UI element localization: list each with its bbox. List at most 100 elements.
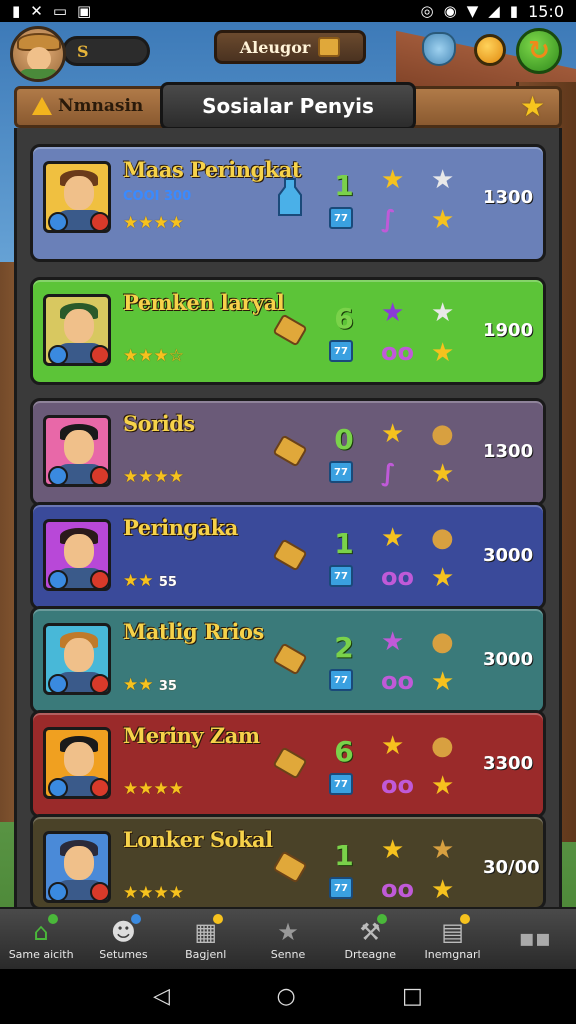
leaderboard-row[interactable]: Lonker Sokal ★★★★ 1 77 ★ oo ★ ★ 30/00 bbox=[30, 814, 546, 910]
player-score: 1900 bbox=[483, 320, 534, 341]
player-portrait bbox=[43, 294, 111, 366]
rating-stars: ★★ 35 bbox=[123, 675, 177, 695]
leaderboard-row[interactable]: Peringaka ★★ 55 1 77 ★ oo ● ★ 3000 bbox=[30, 502, 546, 610]
coin-icon[interactable] bbox=[474, 34, 506, 66]
signal-icon: ◢ bbox=[488, 2, 500, 20]
status-left-icons: ▮ ✕ ▭ ▣ bbox=[12, 2, 91, 20]
reward-star-icon: ★ bbox=[431, 459, 455, 489]
badge-left-icon bbox=[48, 882, 68, 900]
level-badge-icon: 77 bbox=[329, 669, 353, 691]
star-icon: ★ bbox=[277, 917, 299, 946]
recents-square-icon[interactable]: □ bbox=[402, 984, 423, 1009]
player-portrait bbox=[43, 415, 111, 487]
header-tab[interactable]: Nmnasin bbox=[20, 88, 160, 124]
rating-stars: ★★★★ bbox=[123, 883, 184, 903]
player-portrait bbox=[43, 831, 111, 903]
back-icon[interactable]: ◁ bbox=[153, 984, 170, 1009]
center-resource-label: Aleugor bbox=[239, 37, 311, 57]
portrait-face bbox=[64, 638, 94, 672]
level-badge-icon: 77 bbox=[329, 565, 353, 587]
center-resource-button[interactable]: Aleugor bbox=[214, 30, 366, 64]
reward-star-icon: ★ bbox=[431, 205, 455, 235]
nav-item-bagjenl[interactable]: ▦ Bagjenl bbox=[165, 909, 247, 969]
badge-left-icon bbox=[48, 674, 68, 692]
leaderboard-row[interactable]: Maas Peringkat COOI 300 ★★★★ 1 77 ★ ∫ ★ … bbox=[30, 144, 546, 262]
player-score: 3300 bbox=[483, 753, 534, 774]
badge-left-icon bbox=[48, 570, 68, 588]
player-portrait bbox=[43, 727, 111, 799]
action-button[interactable]: ↻ bbox=[516, 28, 562, 74]
rating-text: 55 bbox=[158, 575, 177, 590]
nav-label: Drteagne bbox=[344, 947, 397, 961]
status-right-icons: ◎ ◉ ▼ ◢ ▮ 15:0 bbox=[421, 2, 564, 21]
player-name: Sorids bbox=[123, 411, 195, 436]
leaderboard-row[interactable]: Matlig Rrios ★★ 35 2 77 ★ oo ● ★ 3000 bbox=[30, 606, 546, 714]
player-name: Pemken laryal bbox=[123, 290, 285, 315]
badge-right-icon bbox=[90, 466, 108, 484]
player-avatar[interactable] bbox=[10, 26, 66, 82]
rating-stars-glyphs: ★★ bbox=[123, 675, 154, 695]
notification-dot bbox=[48, 914, 59, 924]
badge-right-icon bbox=[90, 882, 108, 900]
rating-stars-glyphs: ★★★☆ bbox=[123, 346, 184, 366]
level-number: 6 bbox=[334, 735, 354, 768]
resource-counter[interactable]: S bbox=[62, 36, 150, 66]
level-badge-icon: 77 bbox=[329, 773, 353, 795]
nav-item-inemgnarl[interactable]: ▤ Inemgnarl bbox=[411, 909, 493, 969]
rating-text: 35 bbox=[158, 679, 177, 694]
portrait-face bbox=[64, 176, 94, 210]
nav-item-menu[interactable]: ▪▪ bbox=[494, 909, 576, 969]
bonus-icon: ● bbox=[431, 731, 454, 761]
rating-stars-glyphs: ★★★★ bbox=[123, 883, 184, 903]
level-badge-icon: 77 bbox=[329, 340, 353, 362]
badge-right-icon bbox=[90, 345, 108, 363]
crystal-icon[interactable] bbox=[422, 32, 456, 66]
status-bar: ▮ ✕ ▭ ▣ ◎ ◉ ▼ ◢ ▮ 15:0 bbox=[0, 0, 576, 22]
favorite-star-icon[interactable]: ★ bbox=[520, 90, 545, 123]
status-time: 15:0 bbox=[528, 1, 564, 21]
sync-icon: ◎ bbox=[420, 2, 434, 20]
rating-stars-glyphs: ★★ bbox=[123, 571, 154, 591]
nav-item-setumes[interactable]: ☻ Setumes bbox=[82, 909, 164, 969]
message-icon: ▭ bbox=[52, 2, 68, 20]
nav-label: Senne bbox=[270, 947, 306, 961]
reward-star-icon: ★ bbox=[431, 563, 455, 593]
level-number: 1 bbox=[334, 527, 354, 560]
rating-stars: ★★★★ bbox=[123, 779, 184, 799]
player-score: 30/00 bbox=[483, 857, 540, 878]
avatar-face bbox=[27, 47, 51, 71]
plank-icon bbox=[273, 314, 307, 346]
nav-label: Setumes bbox=[99, 947, 148, 961]
plank-icon bbox=[273, 435, 307, 467]
leaderboard-row[interactable]: Meriny Zam ★★★★ 6 77 ★ oo ● ★ 3300 bbox=[30, 710, 546, 818]
nav-item-senne[interactable]: ★ Senne bbox=[247, 909, 329, 969]
wifi-icon: ▼ bbox=[466, 2, 479, 20]
level-number: 2 bbox=[334, 631, 354, 664]
nav-item-drteagne[interactable]: ⚒ Drteagne bbox=[329, 909, 411, 969]
system-navigation-bar: ◁ ○ □ bbox=[0, 969, 576, 1024]
home-circle-icon[interactable]: ○ bbox=[276, 984, 295, 1009]
rating-stars-glyphs: ★★★★ bbox=[123, 779, 184, 799]
plank-icon bbox=[273, 539, 307, 571]
crate-icon bbox=[318, 37, 341, 57]
rating-stars-glyphs: ★★★★ bbox=[123, 213, 184, 233]
nav-label: Same aicith bbox=[8, 947, 74, 961]
portrait-face bbox=[64, 309, 94, 343]
gem-star-icon: ★ bbox=[381, 298, 405, 328]
gem-star-icon: ★ bbox=[381, 419, 405, 449]
notification-icon: ▮ bbox=[12, 2, 21, 20]
leaderboard-row[interactable]: Sorids ★★★★ 0 77 ★ ∫ ● ★ 1300 bbox=[30, 398, 546, 506]
rating-stars: ★★★★ bbox=[123, 467, 184, 487]
arrow-icon: ↻ bbox=[528, 36, 550, 66]
nav-item-home[interactable]: ⌂ Same aicith bbox=[0, 909, 82, 969]
player-score: 3000 bbox=[483, 649, 534, 670]
leaderboard-row[interactable]: Pemken laryal ★★★☆ 6 77 ★ oo ★ ★ 1900 bbox=[30, 277, 546, 385]
badge-right-icon bbox=[90, 778, 108, 796]
portrait-face bbox=[64, 742, 94, 776]
avatar-shirt bbox=[19, 69, 59, 79]
player-name: Meriny Zam bbox=[123, 723, 260, 748]
portrait-face bbox=[64, 430, 94, 464]
reward-star-icon: ★ bbox=[431, 338, 455, 368]
notification-dot bbox=[377, 914, 388, 924]
player-subcode: COOI 300 bbox=[123, 189, 192, 204]
